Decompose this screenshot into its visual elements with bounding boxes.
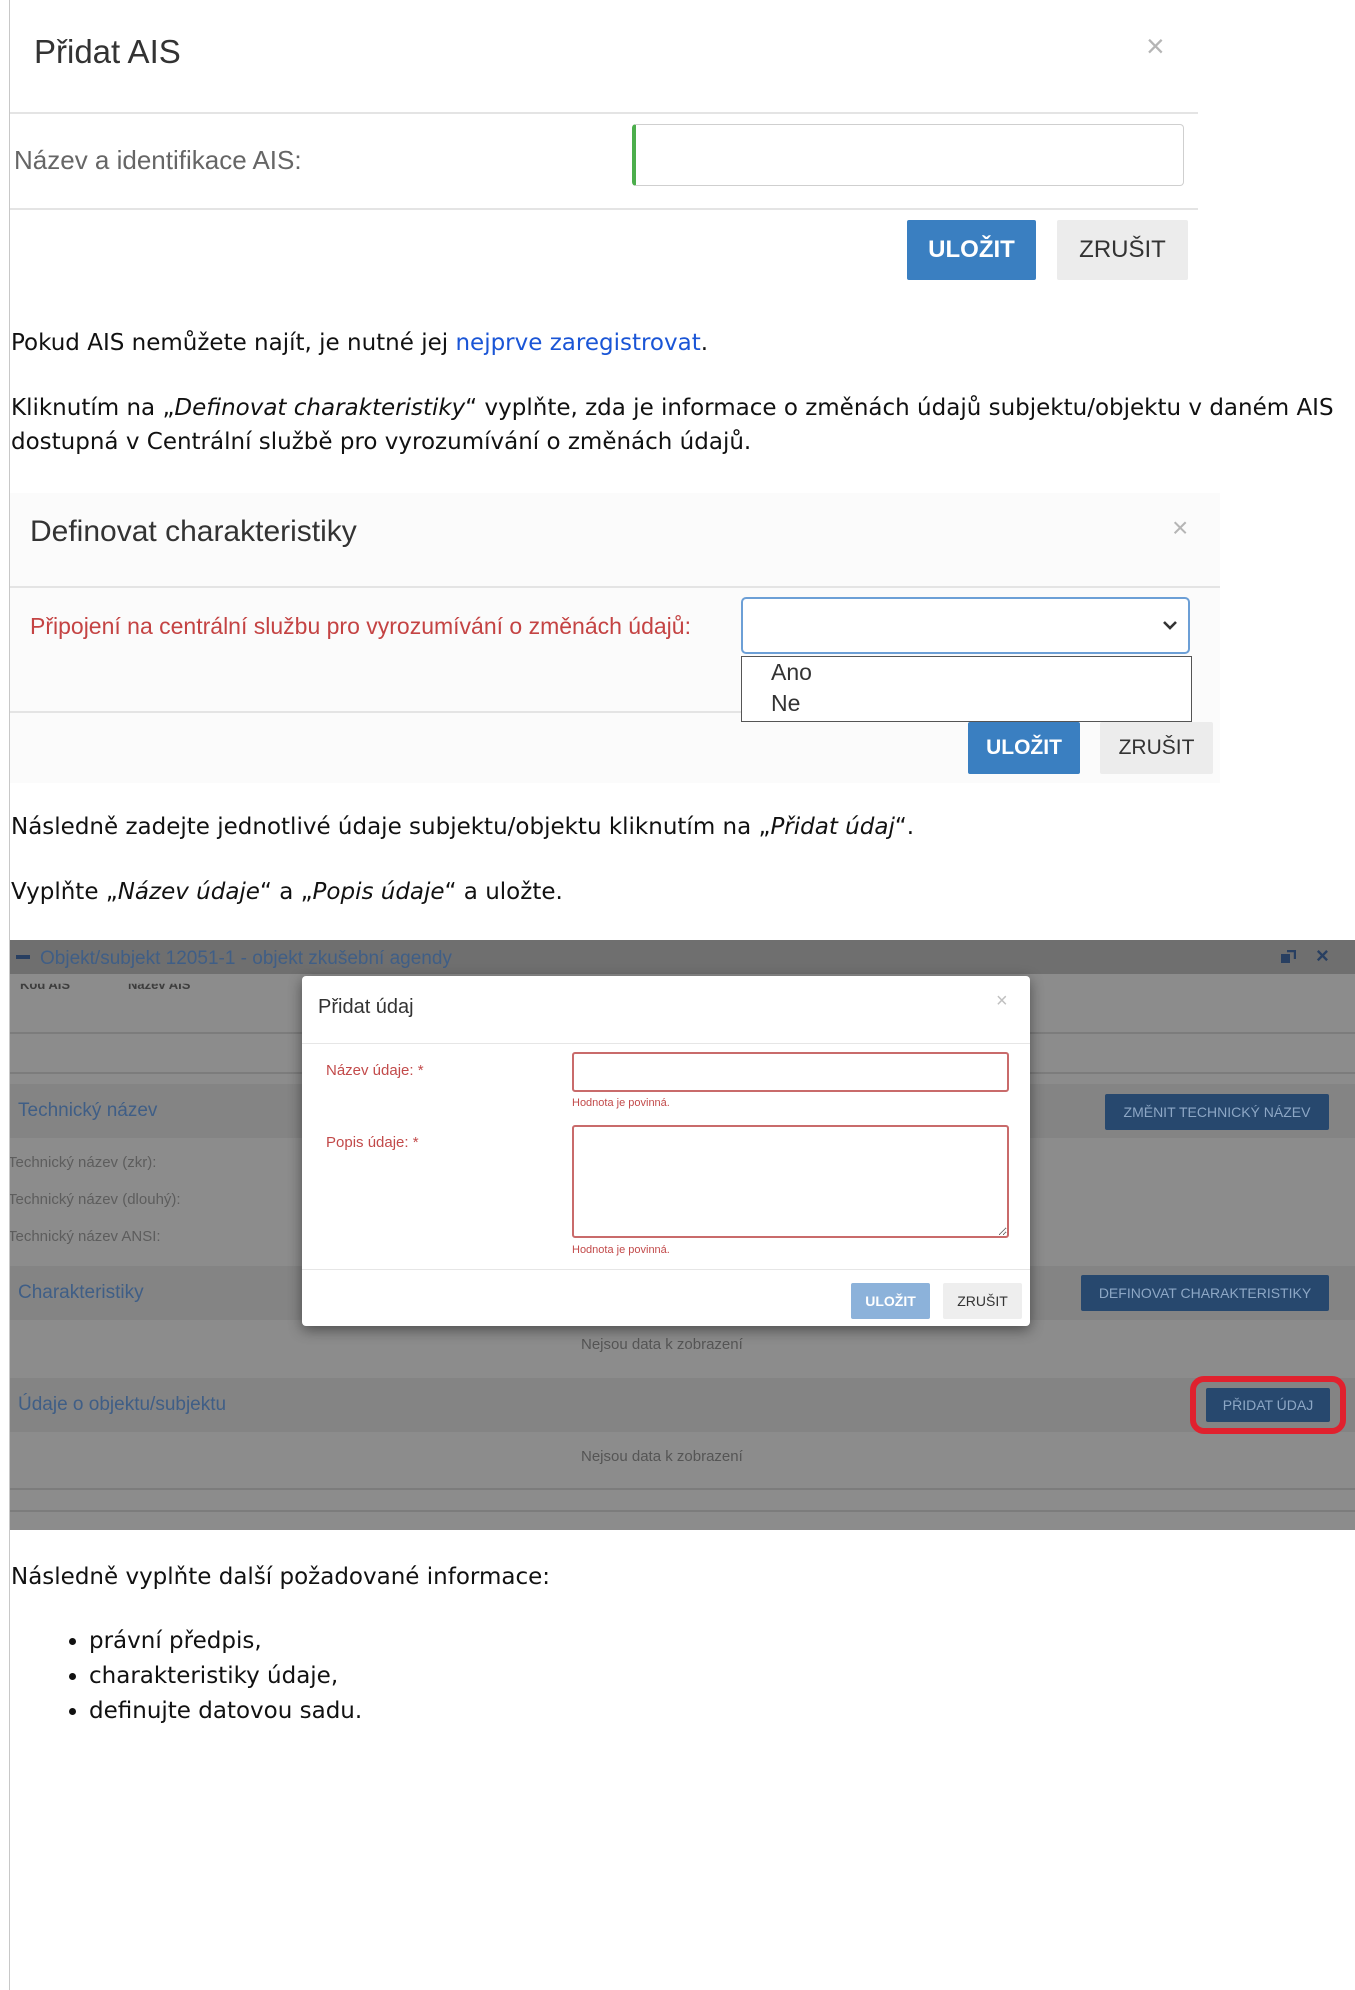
technical-row: Technický název ANSI: xyxy=(10,1228,161,1245)
close-icon[interactable]: × xyxy=(1146,28,1165,65)
save-button[interactable]: ULOŽIT xyxy=(968,722,1080,774)
no-data-text: Nejsou data k zobrazení xyxy=(581,1336,743,1353)
close-icon[interactable]: × xyxy=(996,990,1008,1013)
change-technical-name-button[interactable]: ZMĚNIT TECHNICKÝ NÁZEV xyxy=(1105,1094,1329,1130)
paragraph-text: Pokud AIS nemůžete najít, je nutné jej xyxy=(11,330,456,356)
collapse-icon[interactable] xyxy=(16,955,30,959)
no-data-text: Nejsou data k zobrazení xyxy=(581,1448,743,1465)
option-ano[interactable]: Ano xyxy=(771,659,812,686)
select-dropdown: Ano Ne xyxy=(741,656,1192,722)
field-label: Připojení na centrální službu pro vyrozu… xyxy=(30,613,691,639)
name-label: Název údaje: * xyxy=(326,1062,424,1079)
requirements-list: právní předpis, charakteristiky údaje, d… xyxy=(55,1624,362,1729)
paragraph-text: “ a „ xyxy=(259,879,313,905)
divider xyxy=(302,1043,1030,1044)
name-error: Hodnota je povinná. xyxy=(572,1097,670,1109)
divider xyxy=(10,586,1220,588)
paragraph-text: “. xyxy=(894,814,915,840)
cancel-button[interactable]: ZRUŠIT xyxy=(1100,722,1213,774)
panel-header: Objekt/subjekt 12051-1 - objekt zkušební… xyxy=(10,940,1355,974)
paragraph-register: Pokud AIS nemůžete najít, je nutné jej n… xyxy=(11,326,708,360)
field-label: Název a identifikace AIS: xyxy=(14,145,302,175)
technical-row: Technický název (dlouhý): xyxy=(10,1191,181,1208)
paragraph-add-data: Následně zadejte jednotlivé údaje subjek… xyxy=(11,810,914,844)
section-title: Technický název xyxy=(18,1100,158,1121)
emphasis-text: Název údaje xyxy=(117,879,260,905)
paragraph-fill-fields: Vyplňte „Název údaje“ a „Popis údaje“ a … xyxy=(11,875,563,909)
emphasis-text: Popis údaje xyxy=(312,879,445,905)
divider xyxy=(10,208,1198,210)
divider xyxy=(10,1510,1355,1512)
dialog-title: Definovat charakteristiky xyxy=(30,515,357,548)
description-error: Hodnota je povinná. xyxy=(572,1244,670,1256)
save-button[interactable]: ULOŽIT xyxy=(907,220,1036,280)
connection-select[interactable] xyxy=(741,597,1190,654)
paragraph-further-info: Následně vyplňte další požadované inform… xyxy=(11,1564,550,1590)
list-item: definujte datovou sadu. xyxy=(89,1694,362,1729)
description-label: Popis údaje: * xyxy=(326,1134,419,1151)
paragraph-text: “ a uložte. xyxy=(444,879,563,905)
emphasis-text: Definovat charakteristiky xyxy=(174,395,466,421)
technical-row: Technický název (zkr): xyxy=(10,1154,157,1171)
paragraph-text: . xyxy=(700,330,709,356)
divider xyxy=(302,1269,1030,1270)
save-button[interactable]: ULOŽIT xyxy=(851,1283,930,1319)
paragraph-text: Následně zadejte jednotlivé údaje subjek… xyxy=(11,814,771,840)
option-ne[interactable]: Ne xyxy=(771,690,800,717)
list-item: právní předpis, xyxy=(89,1624,362,1659)
panel-title: Objekt/subjekt 12051-1 - objekt zkušební… xyxy=(40,948,452,969)
cancel-button[interactable]: ZRUŠIT xyxy=(943,1283,1022,1319)
register-link[interactable]: nejprve zaregistrovat xyxy=(455,330,700,356)
emphasis-text: Přidat údaj xyxy=(770,814,895,840)
chevron-down-icon xyxy=(1163,621,1177,630)
detach-icon[interactable] xyxy=(1280,950,1296,964)
section-title: Charakteristiky xyxy=(18,1282,144,1303)
cancel-button[interactable]: ZRUŠIT xyxy=(1057,220,1188,280)
define-characteristics-button[interactable]: DEFINOVAT CHARAKTERISTIKY xyxy=(1081,1275,1329,1311)
modal-title: Přidat údaj xyxy=(318,996,414,1018)
ais-name-input[interactable] xyxy=(632,124,1184,186)
description-textarea[interactable] xyxy=(572,1125,1009,1238)
dialog-title: Přidat AIS xyxy=(34,33,181,70)
divider xyxy=(10,711,741,713)
close-icon[interactable]: × xyxy=(1316,943,1329,969)
divider xyxy=(10,1488,1355,1490)
add-data-button[interactable]: PŘIDAT ÚDAJ xyxy=(1206,1388,1330,1422)
list-item: charakteristiky údaje, xyxy=(89,1659,362,1694)
close-icon[interactable]: × xyxy=(1172,512,1188,544)
section-title: Údaje o objektu/subjektu xyxy=(18,1394,227,1415)
column-header-kod: Kód AIS xyxy=(20,977,71,992)
paragraph-text: Vyplňte „ xyxy=(11,879,118,905)
divider xyxy=(10,112,1198,114)
paragraph-text: Kliknutím na „ xyxy=(11,395,175,421)
column-header-nazev: Název AIS xyxy=(128,977,191,992)
paragraph-characteristics: Kliknutím na „Definovat charakteristiky“… xyxy=(11,391,1346,459)
modal-add-data: Přidat údaj × Název údaje: * Hodnota je … xyxy=(302,976,1030,1326)
name-input[interactable] xyxy=(572,1052,1009,1092)
